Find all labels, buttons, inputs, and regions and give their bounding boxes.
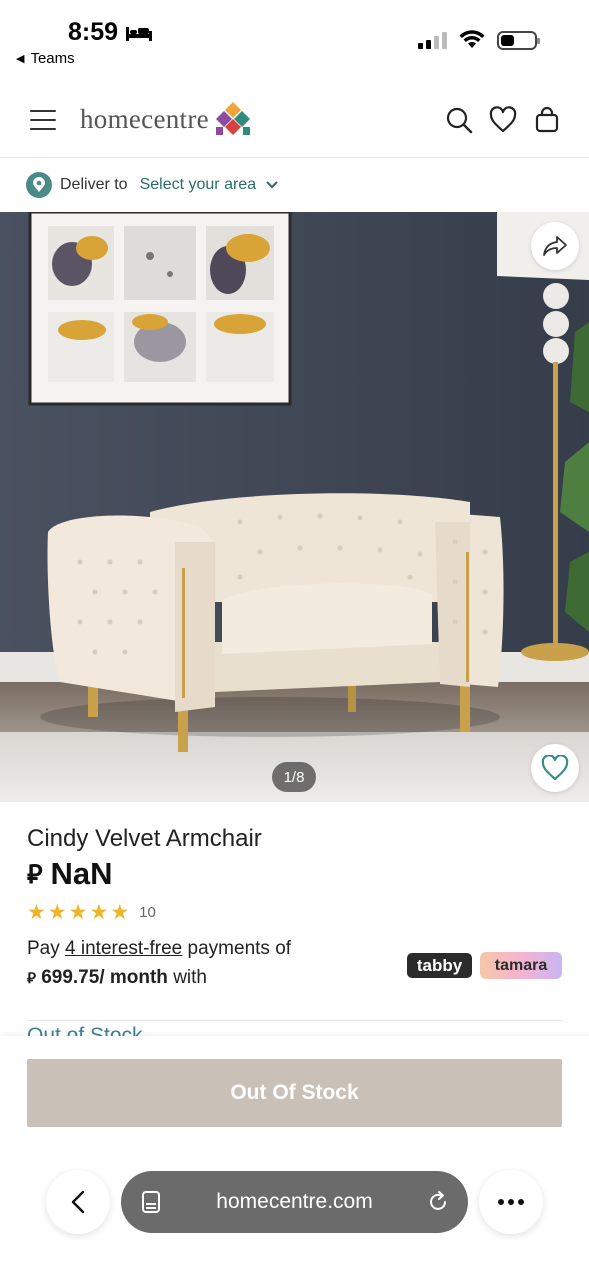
url-text: homecentre.com: [216, 1190, 373, 1213]
with-text: with: [167, 967, 207, 988]
star-icon: ★: [47, 901, 67, 924]
currency-symbol: ⃁: [27, 858, 43, 889]
share-button[interactable]: [531, 222, 579, 270]
browser-back-button[interactable]: [46, 1170, 110, 1234]
battery-fill: [501, 34, 514, 46]
pay-suffix: payments of: [182, 938, 292, 959]
logo[interactable]: homecentre: [80, 102, 251, 136]
back-app-label: Teams: [30, 50, 75, 67]
search-icon[interactable]: [445, 106, 473, 134]
site-header: homecentre: [0, 80, 589, 158]
heart-outline-icon: [541, 755, 569, 781]
dot-icon: [498, 1199, 504, 1205]
star-icon: ★: [89, 901, 109, 924]
reload-icon[interactable]: [426, 1190, 450, 1214]
status-indicators: [418, 30, 540, 50]
wifi-icon: [459, 30, 485, 48]
stock-status-label: Out of Stock: [27, 1024, 143, 1036]
back-to-app[interactable]: ◀ Teams: [16, 50, 75, 67]
heart-icon[interactable]: [489, 106, 517, 134]
product-title: Cindy Velvet Armchair: [27, 825, 262, 852]
logo-text: homecentre: [80, 103, 209, 134]
installment-line-1: Pay 4 interest-free payments of: [27, 938, 291, 960]
status-time: 8:59: [68, 18, 153, 47]
tabby-badge[interactable]: tabby: [407, 953, 472, 978]
time-text: 8:59: [68, 18, 119, 46]
logo-mark-icon: [215, 102, 250, 135]
star-icon: ★: [68, 901, 88, 924]
delivery-location-bar: Deliver to Select your area: [0, 158, 589, 212]
address-bar[interactable]: homecentre.com: [121, 1171, 468, 1233]
product-rating[interactable]: ★ ★ ★ ★ ★ 10: [27, 902, 156, 923]
image-pager: 1/8: [272, 762, 316, 792]
menu-icon[interactable]: [30, 110, 56, 130]
tamara-badge[interactable]: tamara: [480, 952, 562, 979]
price-value: NaN: [50, 856, 113, 891]
dot-icon: [518, 1199, 524, 1205]
star-icon: ★: [27, 901, 46, 924]
installment-line-2: ⃁ 699.75/ month with: [27, 967, 207, 989]
rating-count: 10: [139, 904, 156, 921]
chevron-left-icon: [71, 1190, 85, 1214]
battery-icon: [497, 30, 540, 50]
product-price: ⃁ NaN: [27, 856, 112, 892]
deliver-label: Deliver to: [60, 176, 128, 193]
product-photo: [0, 212, 589, 802]
interest-free-link[interactable]: 4 interest-free: [65, 938, 182, 959]
status-bar: 8:59 ◀ Teams: [0, 0, 589, 80]
out-of-stock-button[interactable]: Out Of Stock: [27, 1059, 562, 1127]
dot-icon: [508, 1199, 514, 1205]
installment-amount: 699.75/ month: [41, 967, 168, 988]
more-options-button[interactable]: [479, 1170, 543, 1234]
divider: [27, 1020, 563, 1021]
bed-icon: [126, 26, 153, 41]
installment-currency: ⃁: [27, 970, 36, 987]
back-triangle-icon: ◀: [16, 53, 25, 65]
wishlist-button[interactable]: [531, 744, 579, 792]
star-icon: ★: [110, 901, 130, 924]
share-arrow-icon: [543, 236, 567, 256]
select-area-link[interactable]: Select your area: [140, 176, 279, 194]
bag-icon[interactable]: [533, 106, 561, 134]
browser-toolbar: homecentre.com: [0, 1170, 589, 1234]
chevron-down-icon: [266, 181, 278, 189]
header-actions: [445, 106, 561, 134]
pay-prefix: Pay: [27, 938, 66, 959]
cellular-signal-icon: [418, 31, 447, 49]
product-image-gallery[interactable]: 1/8: [0, 212, 589, 802]
select-area-text: Select your area: [139, 176, 257, 193]
location-pin-icon: [26, 172, 52, 198]
